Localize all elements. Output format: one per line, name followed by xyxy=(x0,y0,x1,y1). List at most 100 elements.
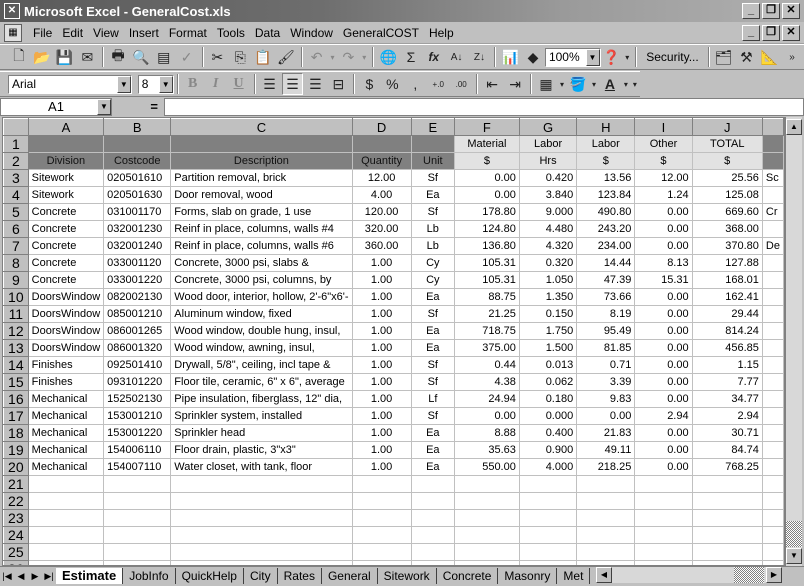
cell-unit[interactable]: Ea xyxy=(410,322,455,340)
cell-total[interactable]: 7.77 xyxy=(691,373,763,391)
cell-material[interactable]: 124.80 xyxy=(453,220,520,238)
cell-description[interactable]: Wood door, interior, hollow, 2'-6"x6'- xyxy=(170,288,353,306)
cell-empty[interactable] xyxy=(410,543,455,561)
copy-icon[interactable]: ⎘ xyxy=(229,46,251,68)
header-cell[interactable]: $ xyxy=(453,152,520,170)
horizontal-scrollbar[interactable]: ◀ ▶ xyxy=(596,567,782,583)
cell-unit[interactable]: Lb xyxy=(410,237,455,255)
cell-empty[interactable] xyxy=(453,509,520,527)
cell-note[interactable] xyxy=(761,322,784,340)
cell-note[interactable]: De xyxy=(761,237,784,255)
cell-note[interactable] xyxy=(761,356,784,374)
header-cell[interactable]: Quantity xyxy=(351,152,412,170)
cell-quantity[interactable]: 1.00 xyxy=(351,441,412,459)
cell-description[interactable]: Forms, slab on grade, 1 use xyxy=(170,203,353,221)
column-header-a[interactable]: A xyxy=(27,118,105,136)
cell-quantity[interactable]: 1.00 xyxy=(351,407,412,425)
cell-other[interactable]: 0.00 xyxy=(634,322,693,340)
menu-format[interactable]: Format xyxy=(164,26,212,40)
cell-labor[interactable]: 243.20 xyxy=(576,220,636,238)
cell-labor[interactable]: 3.39 xyxy=(576,373,636,391)
cell-quantity[interactable]: 1.00 xyxy=(351,390,412,408)
cell-costcode[interactable]: 154007110 xyxy=(103,458,172,476)
cell-quantity[interactable]: 1.00 xyxy=(351,254,412,272)
menu-data[interactable]: Data xyxy=(250,26,285,40)
cell-labor-hrs[interactable]: 1.350 xyxy=(518,288,578,306)
column-header-k[interactable] xyxy=(761,118,784,136)
cell-empty[interactable] xyxy=(170,492,353,510)
cell-labor-hrs[interactable]: 4.320 xyxy=(518,237,578,255)
row-header[interactable]: 7 xyxy=(3,237,29,255)
cell-costcode[interactable]: 093101220 xyxy=(103,373,172,391)
cell-empty[interactable] xyxy=(27,492,105,510)
column-header-g[interactable]: G xyxy=(518,118,578,136)
cell-other[interactable]: 2.94 xyxy=(634,407,693,425)
cell-unit[interactable]: Sf xyxy=(410,203,455,221)
cell-labor-hrs[interactable]: 0.062 xyxy=(518,373,578,391)
cell-costcode[interactable]: 033001220 xyxy=(103,271,172,289)
cell-other[interactable]: 0.00 xyxy=(634,305,693,323)
cell-empty[interactable] xyxy=(576,526,636,544)
cell-empty[interactable] xyxy=(691,543,763,561)
chevron-down-icon[interactable]: ▼ xyxy=(97,98,111,115)
cell-material[interactable]: 105.31 xyxy=(453,254,520,272)
cell-description[interactable]: Partition removal, brick xyxy=(170,169,353,187)
cell-empty[interactable] xyxy=(634,492,693,510)
cell-division[interactable]: Mechanical xyxy=(27,424,105,442)
menu-tools[interactable]: Tools xyxy=(212,26,250,40)
cell-note[interactable] xyxy=(761,271,784,289)
cell-empty[interactable] xyxy=(691,475,763,493)
cell-other[interactable]: 0.00 xyxy=(634,356,693,374)
cell-division[interactable]: DoorsWindow xyxy=(27,305,105,323)
row-header[interactable]: 6 xyxy=(3,220,29,238)
last-sheet-icon[interactable]: ▶| xyxy=(42,568,56,584)
tab-concrete[interactable]: Concrete xyxy=(437,567,499,584)
chevron-down-icon[interactable]: ▼ xyxy=(585,48,600,66)
cell-labor-hrs[interactable]: 3.840 xyxy=(518,186,578,204)
column-header-i[interactable]: I xyxy=(634,118,693,136)
cell-total[interactable]: 30.71 xyxy=(691,424,763,442)
scroll-down-icon[interactable]: ▼ xyxy=(786,548,802,564)
column-header-h[interactable]: H xyxy=(576,118,636,136)
cell-empty[interactable] xyxy=(518,492,578,510)
cell-total[interactable]: 84.74 xyxy=(691,441,763,459)
cell-material[interactable]: 105.31 xyxy=(453,271,520,289)
increase-indent-icon[interactable]: ⇥ xyxy=(504,73,526,95)
design-mode-icon[interactable]: 📐 xyxy=(758,46,780,68)
merge-center-icon[interactable]: ⊟ xyxy=(327,73,349,95)
cell-description[interactable]: Pipe insulation, fiberglass, 12" dia, xyxy=(170,390,353,408)
cell-total[interactable]: 29.44 xyxy=(691,305,763,323)
menu-file[interactable]: File xyxy=(28,26,57,40)
row-header[interactable]: 17 xyxy=(3,407,29,425)
cell-empty[interactable] xyxy=(691,492,763,510)
more-buttons-icon[interactable]: » xyxy=(781,46,803,68)
cell-other[interactable]: 8.13 xyxy=(634,254,693,272)
cell-empty[interactable] xyxy=(351,526,412,544)
cell-division[interactable]: Concrete xyxy=(27,271,105,289)
cell-costcode[interactable]: 086001320 xyxy=(103,339,172,357)
cell-labor[interactable]: 234.00 xyxy=(576,237,636,255)
cell-division[interactable]: Mechanical xyxy=(27,407,105,425)
cell-empty[interactable] xyxy=(453,492,520,510)
cell-quantity[interactable]: 1.00 xyxy=(351,271,412,289)
header-cell[interactable] xyxy=(103,135,172,153)
cell-other[interactable]: 0.00 xyxy=(634,424,693,442)
cell-labor[interactable]: 81.85 xyxy=(576,339,636,357)
underline-icon[interactable]: U xyxy=(228,73,250,95)
cell-description[interactable]: Wood window, double hung, insul, xyxy=(170,322,353,340)
decrease-decimal-icon[interactable]: .00 xyxy=(450,73,472,95)
cell-total[interactable]: 368.00 xyxy=(691,220,763,238)
cell-empty[interactable] xyxy=(634,509,693,527)
cell-total[interactable]: 1.15 xyxy=(691,356,763,374)
header-cell[interactable]: $ xyxy=(691,152,763,170)
row-header[interactable]: 2 xyxy=(3,152,29,170)
row-header[interactable]: 13 xyxy=(3,339,29,357)
zoom-select[interactable]: 100% ▼ xyxy=(544,47,601,67)
cell-material[interactable]: 0.00 xyxy=(453,407,520,425)
cell-quantity[interactable]: 1.00 xyxy=(351,373,412,391)
cell-description[interactable]: Floor drain, plastic, 3"x3" xyxy=(170,441,353,459)
cell-note[interactable] xyxy=(761,186,784,204)
cell-note[interactable] xyxy=(761,305,784,323)
cell-total[interactable]: 25.56 xyxy=(691,169,763,187)
cell-empty[interactable] xyxy=(103,543,172,561)
